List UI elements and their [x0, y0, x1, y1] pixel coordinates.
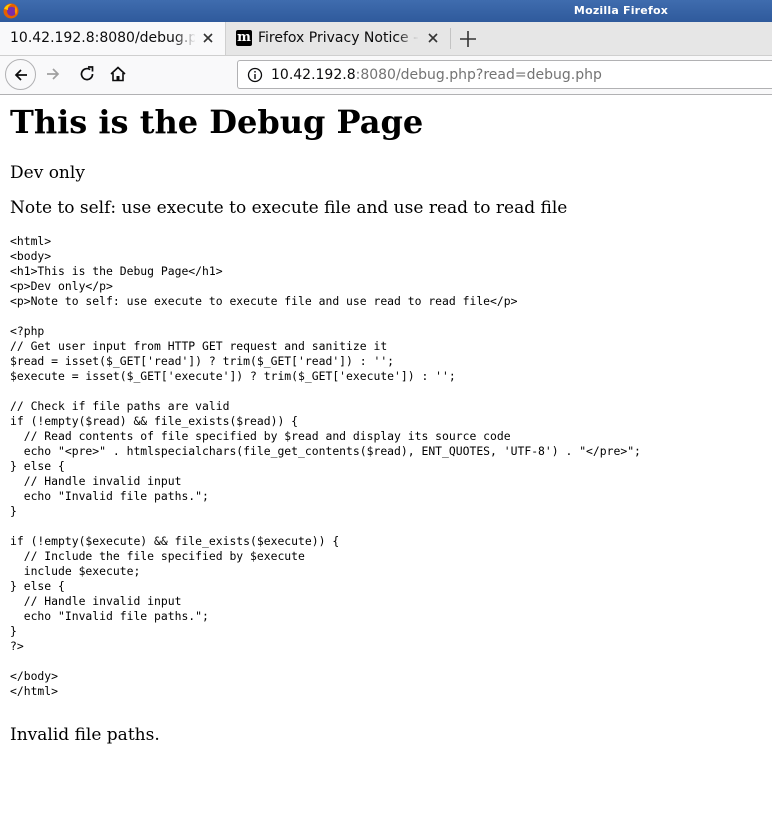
- tab-label: Firefox Privacy Notice — Mozilla: [258, 30, 418, 46]
- info-icon[interactable]: [247, 67, 263, 83]
- tab-separator: [450, 28, 451, 49]
- url-bar[interactable]: 10.42.192.8:8080/debug.php?read=debug.ph…: [237, 60, 772, 89]
- source-code-block: <html> <body> <h1>This is the Debug Page…: [10, 234, 641, 698]
- reload-icon[interactable]: [78, 65, 96, 83]
- page-heading: This is the Debug Page: [10, 103, 424, 141]
- result-text: Invalid file paths.: [10, 725, 160, 745]
- tab-strip: 10.42.192.8:8080/debug.php m Firefox Pri…: [0, 22, 772, 56]
- url-text[interactable]: 10.42.192.8:8080/debug.php?read=debug.ph…: [271, 67, 602, 83]
- back-arrow-icon: [14, 69, 27, 81]
- tab-label: 10.42.192.8:8080/debug.php: [10, 30, 195, 46]
- url-host: 10.42.192.8: [271, 67, 356, 83]
- window-titlebar: Mozilla Firefox: [0, 0, 772, 22]
- url-path: :8080/debug.php?read=debug.php: [355, 67, 602, 83]
- window-title: Mozilla Firefox: [573, 4, 668, 17]
- close-icon[interactable]: [425, 30, 441, 46]
- tab-debug-page[interactable]: 10.42.192.8:8080/debug.php: [0, 22, 226, 55]
- note-text: Note to self: use execute to execute fil…: [10, 198, 568, 218]
- tab-label-fade: [397, 26, 419, 50]
- navigation-toolbar: 10.42.192.8:8080/debug.php?read=debug.ph…: [0, 56, 772, 95]
- back-button[interactable]: [5, 59, 36, 90]
- home-icon[interactable]: [109, 65, 127, 83]
- forward-arrow-icon[interactable]: [45, 66, 61, 82]
- plus-icon[interactable]: [458, 29, 478, 49]
- firefox-logo-icon: [3, 3, 19, 19]
- tab-label-fade: [174, 26, 196, 50]
- tab-privacy-notice[interactable]: m Firefox Privacy Notice — Mozilla: [227, 22, 450, 55]
- dev-only-text: Dev only: [10, 163, 85, 183]
- close-icon[interactable]: [200, 30, 216, 46]
- mozilla-m-icon: m: [236, 30, 252, 46]
- page-content: This is the Debug Page Dev only Note to …: [0, 95, 772, 831]
